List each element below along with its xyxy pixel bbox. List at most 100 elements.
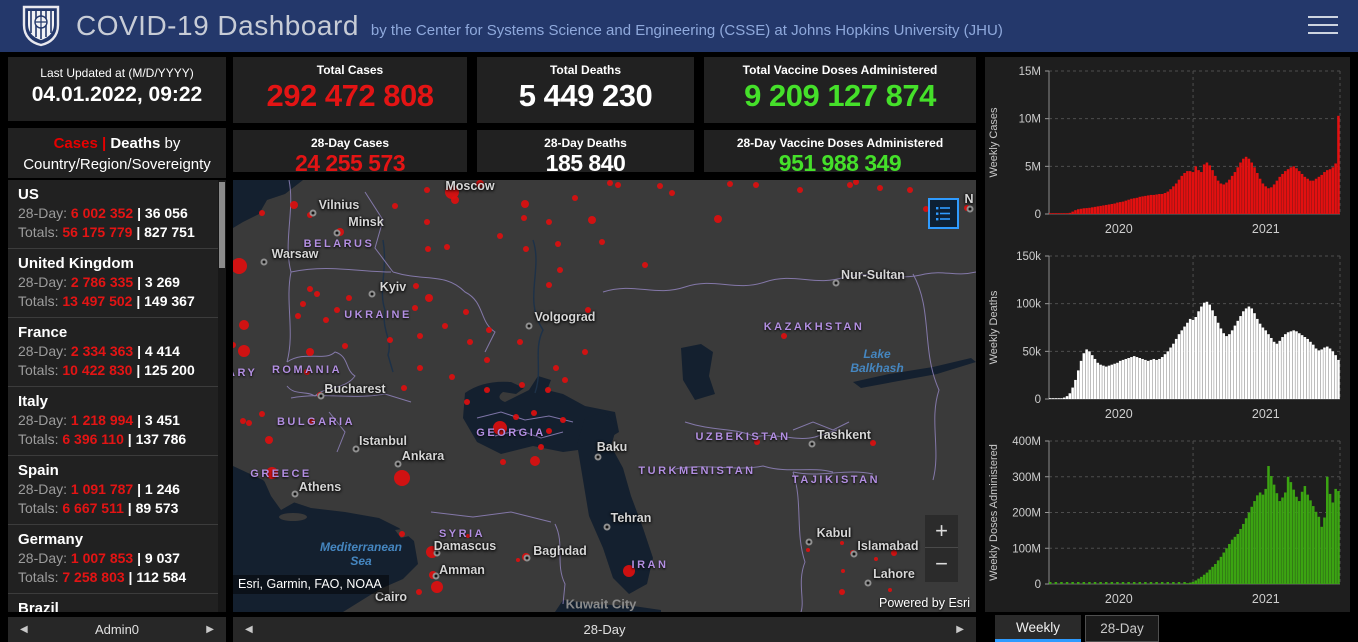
- case-marker-dot[interactable]: [424, 187, 430, 193]
- case-marker-dot[interactable]: [416, 589, 422, 595]
- case-marker-dot[interactable]: [314, 291, 320, 297]
- case-marker-dot[interactable]: [877, 185, 883, 191]
- case-marker-dot[interactable]: [401, 385, 407, 391]
- case-marker-dot[interactable]: [847, 182, 853, 188]
- case-marker-dot[interactable]: [607, 180, 613, 186]
- case-marker-dot[interactable]: [486, 327, 492, 333]
- country-entry[interactable]: Italy28-Day: 1 218 994 | 3 451Totals: 6 …: [8, 387, 226, 456]
- case-marker-dot[interactable]: [500, 459, 506, 465]
- case-marker-dot[interactable]: [412, 305, 418, 311]
- case-marker-dot[interactable]: [265, 436, 273, 444]
- case-marker-dot[interactable]: [546, 219, 552, 225]
- case-marker-dot[interactable]: [394, 470, 410, 486]
- case-marker-dot[interactable]: [306, 348, 314, 356]
- case-marker-dot[interactable]: [521, 215, 527, 221]
- case-marker-dot[interactable]: [839, 589, 845, 595]
- country-entry[interactable]: Brazil: [8, 594, 226, 612]
- case-marker-dot[interactable]: [399, 531, 405, 537]
- case-marker-dot[interactable]: [464, 399, 470, 405]
- next-arrow-icon[interactable]: ▶: [194, 624, 226, 635]
- case-marker-dot[interactable]: [449, 374, 455, 380]
- legend-button[interactable]: [928, 198, 959, 229]
- case-marker-dot[interactable]: [669, 190, 675, 196]
- case-marker-dot[interactable]: [290, 201, 298, 209]
- case-marker-dot[interactable]: [874, 557, 878, 561]
- case-marker-dot[interactable]: [424, 219, 430, 225]
- case-marker-dot[interactable]: [346, 295, 352, 301]
- case-marker-dot[interactable]: [259, 210, 265, 216]
- case-marker-dot[interactable]: [300, 301, 306, 307]
- country-entry[interactable]: US28-Day: 6 002 352 | 36 056Totals: 56 1…: [8, 180, 226, 249]
- case-marker-dot[interactable]: [513, 414, 519, 420]
- case-marker-dot[interactable]: [516, 558, 520, 562]
- case-marker-dot[interactable]: [517, 339, 523, 345]
- case-marker-dot[interactable]: [572, 195, 578, 201]
- case-marker-dot[interactable]: [342, 343, 348, 349]
- case-marker-dot[interactable]: [714, 215, 722, 223]
- scrollbar-track[interactable]: [218, 180, 226, 612]
- case-marker-dot[interactable]: [334, 307, 340, 313]
- country-entry[interactable]: Spain28-Day: 1 091 787 | 1 246Totals: 6 …: [8, 456, 226, 525]
- case-marker-dot[interactable]: [523, 246, 529, 252]
- case-marker-dot[interactable]: [451, 196, 459, 204]
- case-marker-dot[interactable]: [562, 377, 568, 383]
- case-marker-dot[interactable]: [521, 200, 529, 208]
- case-marker-dot[interactable]: [519, 382, 525, 388]
- case-marker-dot[interactable]: [657, 183, 663, 189]
- case-marker-dot[interactable]: [615, 182, 621, 188]
- case-marker-dot[interactable]: [530, 456, 540, 466]
- case-marker-dot[interactable]: [797, 187, 803, 193]
- case-marker-dot[interactable]: [387, 337, 393, 343]
- case-marker-dot[interactable]: [781, 333, 787, 339]
- case-marker-dot[interactable]: [538, 444, 544, 450]
- tab-28day[interactable]: 28-Day: [1085, 615, 1159, 642]
- country-entry[interactable]: Germany28-Day: 1 007 853 | 9 037Totals: …: [8, 525, 226, 594]
- zoom-out-button[interactable]: −: [925, 548, 958, 581]
- case-marker-dot[interactable]: [553, 365, 559, 371]
- case-marker-dot[interactable]: [295, 313, 301, 319]
- case-marker-dot[interactable]: [239, 320, 249, 330]
- case-marker-dot[interactable]: [323, 317, 329, 323]
- country-entry[interactable]: France28-Day: 2 334 363 | 4 414Totals: 1…: [8, 318, 226, 387]
- case-marker-dot[interactable]: [555, 241, 561, 247]
- case-marker-dot[interactable]: [467, 339, 473, 345]
- next-arrow-icon[interactable]: ▶: [944, 624, 976, 635]
- case-marker-dot[interactable]: [545, 387, 551, 393]
- case-marker-dot[interactable]: [425, 246, 431, 252]
- tab-weekly[interactable]: Weekly: [995, 615, 1081, 642]
- map-time-tab-label[interactable]: 28-Day: [584, 622, 626, 637]
- case-marker-dot[interactable]: [560, 417, 566, 423]
- case-marker-dot[interactable]: [392, 203, 398, 209]
- case-marker-dot[interactable]: [463, 309, 469, 315]
- case-marker-dot[interactable]: [531, 410, 537, 416]
- case-marker-dot[interactable]: [841, 569, 845, 573]
- admin-tab-label[interactable]: Admin0: [95, 622, 139, 637]
- prev-arrow-icon[interactable]: ◀: [233, 624, 265, 635]
- case-marker-dot[interactable]: [582, 349, 588, 355]
- case-marker-dot[interactable]: [431, 581, 443, 593]
- country-entry[interactable]: United Kingdom28-Day: 2 786 335 | 3 269T…: [8, 249, 226, 318]
- case-marker-dot[interactable]: [238, 345, 250, 357]
- case-marker-dot[interactable]: [442, 323, 448, 329]
- case-marker-dot[interactable]: [497, 233, 503, 239]
- case-marker-dot[interactable]: [642, 262, 648, 268]
- case-marker-dot[interactable]: [599, 239, 605, 245]
- case-marker-dot[interactable]: [588, 216, 596, 224]
- case-marker-dot[interactable]: [484, 387, 490, 393]
- prev-arrow-icon[interactable]: ◀: [8, 624, 40, 635]
- case-marker-dot[interactable]: [246, 420, 252, 426]
- case-marker-dot[interactable]: [444, 244, 450, 250]
- map[interactable]: HUNGARYBELARUSUKRAINEROMANIABULGARIAGREE…: [233, 180, 976, 612]
- case-marker-dot[interactable]: [557, 267, 563, 273]
- menu-icon[interactable]: [1308, 16, 1338, 36]
- case-marker-dot[interactable]: [307, 286, 313, 292]
- case-marker-dot[interactable]: [259, 411, 265, 417]
- case-marker-dot[interactable]: [753, 182, 759, 188]
- case-marker-dot[interactable]: [840, 541, 844, 545]
- case-marker-dot[interactable]: [907, 187, 913, 193]
- case-marker-dot[interactable]: [546, 282, 552, 288]
- case-marker-dot[interactable]: [417, 333, 423, 339]
- scrollbar-thumb[interactable]: [219, 182, 225, 268]
- deaths-toggle[interactable]: Deaths: [110, 135, 160, 152]
- case-marker-dot[interactable]: [727, 181, 733, 187]
